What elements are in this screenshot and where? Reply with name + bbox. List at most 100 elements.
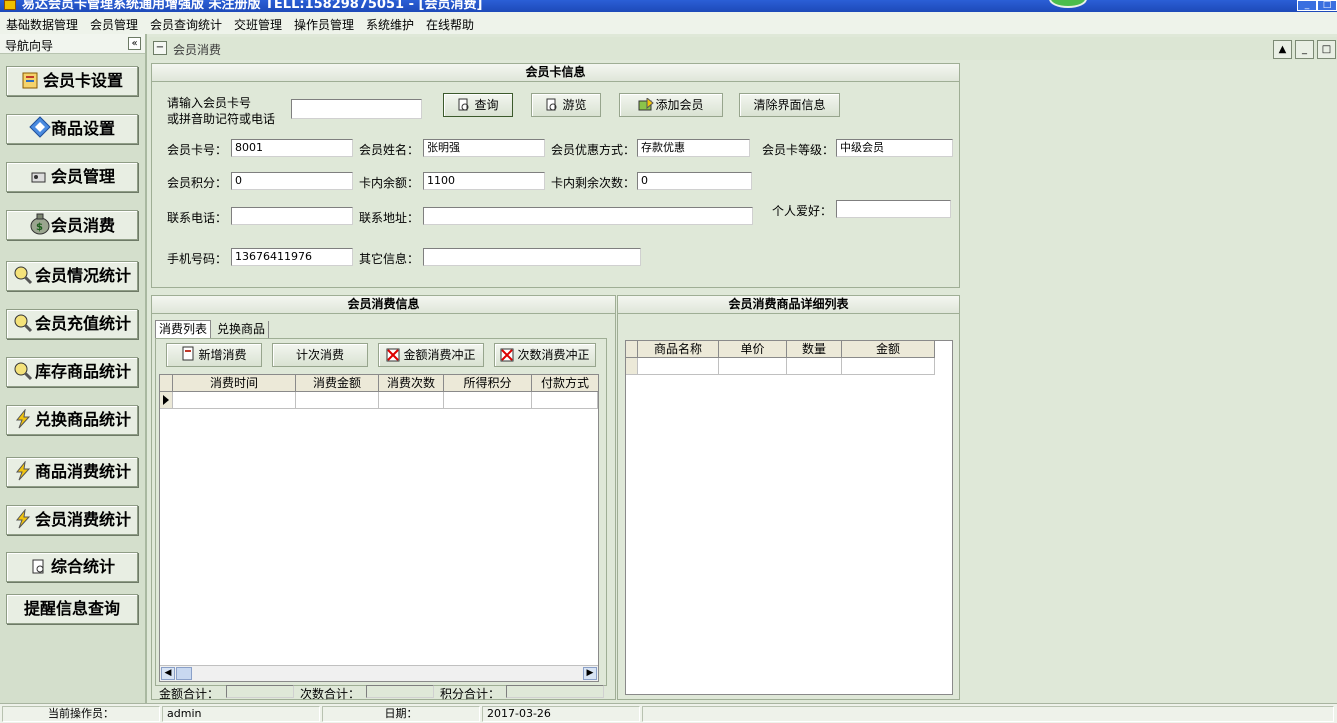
- total-count-field: [366, 685, 434, 698]
- menu-shift[interactable]: 交班管理: [234, 16, 282, 33]
- hobby-field[interactable]: [836, 200, 951, 218]
- scroll-right-icon[interactable]: ▶: [583, 667, 597, 680]
- add-member-button[interactable]: 添加会员: [619, 93, 723, 117]
- lightning-icon: [13, 508, 33, 529]
- detail-header-price[interactable]: 单价: [719, 341, 787, 358]
- menu-member-query[interactable]: 会员查询统计: [150, 16, 222, 33]
- consume-grid[interactable]: 消费时间 消费金额 消费次数 所得积分 付款方式 ◀ ▶: [159, 374, 599, 682]
- navigation-sidebar: 导航向导 « 会员卡设置 商品设置 会员管理 $ 会员消费 会员情况统计 会员充值…: [0, 34, 147, 703]
- nav-reminder-query[interactable]: 提醒信息查询: [6, 594, 138, 624]
- nav-stock-stats-label: 库存商品统计: [34, 362, 131, 381]
- menu-basic-data[interactable]: 基础数据管理: [6, 16, 78, 33]
- nav-card-setting-label: 会员卡设置: [42, 71, 123, 90]
- grid-header-amount[interactable]: 消费金额: [296, 375, 379, 392]
- table-row-cell[interactable]: [173, 392, 296, 409]
- scroll-thumb[interactable]: [176, 667, 192, 680]
- horizontal-scrollbar[interactable]: ◀ ▶: [160, 665, 598, 681]
- cancel-x-icon: [386, 347, 400, 362]
- table-row-cell[interactable]: [787, 358, 842, 375]
- grid-header-time[interactable]: 消费时间: [173, 375, 296, 392]
- nav-card-setting[interactable]: 会员卡设置: [6, 66, 138, 96]
- member-name-field[interactable]: 张明强: [423, 139, 545, 157]
- menu-system[interactable]: 系统维护: [366, 16, 414, 33]
- points-field[interactable]: 0: [231, 172, 353, 190]
- tab-consume-list[interactable]: 消费列表: [155, 320, 212, 338]
- nav-member-consume[interactable]: $ 会员消费: [6, 210, 138, 240]
- card-level-field[interactable]: 中级会员: [836, 139, 953, 157]
- nav-member-status-stats[interactable]: 会员情况统计: [6, 261, 138, 291]
- address-field[interactable]: [423, 207, 753, 225]
- child-window-menu-icon[interactable]: −: [153, 41, 167, 55]
- table-row-cell[interactable]: [638, 358, 719, 375]
- table-row-cell[interactable]: [532, 392, 598, 409]
- total-amount-label: 金额合计：: [159, 687, 220, 701]
- nav-exchange-stats[interactable]: 兑换商品统计: [6, 405, 138, 435]
- nav-member-consume-label: 会员消费: [50, 216, 115, 235]
- amount-reverse-button[interactable]: 金额消费冲正: [378, 343, 484, 367]
- minimize-window-button[interactable]: _: [1297, 0, 1317, 11]
- count-reverse-button[interactable]: 次数消费冲正: [494, 343, 596, 367]
- nav-member-status-stats-label: 会员情况统计: [34, 266, 131, 285]
- detail-header-quantity[interactable]: 数量: [787, 341, 842, 358]
- menu-help[interactable]: 在线帮助: [426, 16, 474, 33]
- nav-product-consume-stats-label: 商品消费统计: [34, 462, 131, 481]
- table-row-cell[interactable]: [444, 392, 532, 409]
- nav-product-setting[interactable]: 商品设置: [6, 114, 138, 144]
- row-indicator-icon: [160, 392, 173, 409]
- clear-screen-button[interactable]: 清除界面信息: [739, 93, 840, 117]
- document-search-icon: [545, 97, 559, 111]
- card-info-panel: 会员卡信息 请输入会员卡号 或拼音助记符或电话 查询 游览 添加会员 清除界面信…: [151, 63, 960, 288]
- menu-operator[interactable]: 操作员管理: [294, 16, 354, 33]
- window-title-bar[interactable]: 易达会员卡管理系统通用增强版 未注册版 TELL:15829875051 - […: [0, 0, 1337, 12]
- grid-header-payment[interactable]: 付款方式: [532, 375, 598, 392]
- scroll-left-icon[interactable]: ◀: [161, 667, 175, 680]
- money-bag-icon: $: [29, 211, 50, 235]
- phone-field[interactable]: [231, 207, 353, 225]
- count-consume-button[interactable]: 计次消费: [272, 343, 368, 367]
- grid-header-points[interactable]: 所得积分: [444, 375, 532, 392]
- row-indicator: [626, 358, 638, 375]
- tab-exchange-goods[interactable]: 兑换商品: [214, 321, 270, 339]
- child-minimize-button[interactable]: _: [1295, 40, 1314, 59]
- detail-header-name[interactable]: 商品名称: [638, 341, 719, 358]
- query-button[interactable]: 查询: [443, 93, 513, 117]
- table-row-cell[interactable]: [842, 358, 935, 375]
- hobby-label: 个人爱好：: [772, 204, 833, 218]
- table-row-cell[interactable]: [379, 392, 444, 409]
- mobile-field[interactable]: 13676411976: [231, 248, 353, 266]
- menu-member-manage[interactable]: 会员管理: [90, 16, 138, 33]
- count-reverse-button-label: 次数消费冲正: [517, 348, 590, 362]
- child-restore-button[interactable]: ▲: [1273, 40, 1292, 59]
- remaining-count-field[interactable]: 0: [637, 172, 752, 190]
- other-info-field[interactable]: [423, 248, 641, 266]
- discount-field[interactable]: 存款优惠: [637, 139, 750, 157]
- mobile-label: 手机号码：: [167, 252, 228, 266]
- table-row-cell[interactable]: [296, 392, 379, 409]
- nav-header-label: 导航向导: [5, 39, 54, 53]
- card-search-input[interactable]: [291, 99, 422, 119]
- nav-product-consume-stats[interactable]: 商品消费统计: [6, 457, 138, 487]
- count-consume-button-label: 计次消费: [295, 348, 344, 362]
- nav-stock-stats[interactable]: 库存商品统计: [6, 357, 138, 387]
- detail-header-amount[interactable]: 金额: [842, 341, 935, 358]
- nav-overall-stats[interactable]: 综合统计: [6, 552, 138, 582]
- browse-button[interactable]: 游览: [531, 93, 601, 117]
- total-points-label: 积分合计：: [440, 687, 501, 701]
- child-maximize-button[interactable]: □: [1317, 40, 1336, 59]
- detail-grid[interactable]: 商品名称 单价 数量 金额: [625, 340, 953, 695]
- lightning-icon: [13, 408, 33, 429]
- nav-member-manage[interactable]: 会员管理: [6, 162, 138, 192]
- card-no-field[interactable]: 8001: [231, 139, 353, 157]
- maximize-window-button[interactable]: □: [1317, 0, 1337, 11]
- total-amount-field: [226, 685, 294, 698]
- grid-header-count[interactable]: 消费次数: [379, 375, 444, 392]
- nav-recharge-stats[interactable]: 会员充值统计: [6, 309, 138, 339]
- document-search-icon: [457, 97, 471, 111]
- nav-member-consume-stats[interactable]: 会员消费统计: [6, 505, 138, 535]
- table-row-cell[interactable]: [719, 358, 787, 375]
- collapse-sidebar-button[interactable]: «: [128, 37, 141, 50]
- new-consume-button[interactable]: 新增消费: [166, 343, 262, 367]
- card-level-label: 会员卡等级：: [762, 143, 835, 157]
- status-spare: [642, 706, 1334, 722]
- balance-field[interactable]: 1100: [423, 172, 545, 190]
